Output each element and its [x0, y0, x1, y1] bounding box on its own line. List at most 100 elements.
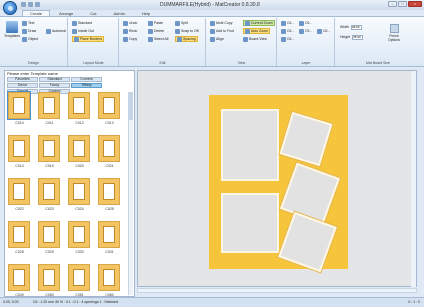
align-button[interactable]: Align	[210, 36, 224, 42]
template-thumbnail	[38, 135, 60, 162]
window-controls: – □ ×	[388, 1, 422, 7]
layer-6[interactable]: C6 -	[317, 28, 330, 34]
copy-button[interactable]: Copy	[123, 36, 137, 42]
canvas-horizontal-scrollbar[interactable]	[137, 288, 417, 293]
redo-button[interactable]: Redo	[123, 28, 137, 34]
spacing-icon	[177, 36, 182, 42]
draw-button[interactable]: Draw	[22, 28, 36, 34]
template-item[interactable]: C011	[38, 92, 61, 125]
autoheal-button[interactable]: Autoheal	[46, 28, 66, 34]
template-item[interactable]: C012	[68, 92, 91, 125]
category-tiffany[interactable]: Tiffany	[71, 83, 102, 88]
template-item[interactable]: C020	[68, 135, 91, 168]
autoheal-icon	[46, 28, 51, 34]
layer-4[interactable]: C6 -	[299, 20, 312, 26]
mat-opening[interactable]	[278, 211, 337, 273]
select-all-button[interactable]: Select All	[148, 36, 168, 42]
template-item[interactable]: C021	[98, 135, 121, 168]
template-item[interactable]: C019	[38, 135, 61, 168]
multi-copy-icon	[210, 20, 215, 26]
title-bar: DUMMARFILE(Hybrid) - MatCreator 0.8.30.8…	[0, 0, 424, 10]
template-item[interactable]: C028	[8, 221, 31, 254]
template-item[interactable]: C022	[8, 178, 31, 211]
inside-out-button[interactable]: Inside Out	[72, 28, 94, 34]
status-bar: 0.00, 0.00 C6 : 1.20 mm 30 % : 0.1 : 0.1…	[0, 297, 424, 307]
canvas-vertical-scrollbar[interactable]	[411, 71, 416, 287]
object-button[interactable]: Object	[22, 36, 38, 42]
auto-zoom-button[interactable]: Auto Zoom	[243, 28, 271, 34]
snap-button[interactable]: Snap to Off	[175, 28, 199, 34]
template-thumbnail	[8, 221, 30, 248]
template-item[interactable]: C049	[8, 264, 31, 297]
add-to-pool-button[interactable]: Add to Pool	[210, 28, 234, 34]
group-label-layout: Layout Mode	[83, 61, 104, 65]
layer-icon	[299, 20, 304, 26]
delete-button[interactable]: Delete	[148, 28, 164, 34]
undo-button[interactable]: Undo	[123, 20, 137, 26]
template-item[interactable]: C031	[98, 221, 121, 254]
layer-icon	[281, 36, 286, 42]
close-button[interactable]: ×	[408, 1, 422, 7]
board-view-icon	[243, 36, 248, 42]
template-item[interactable]: C025	[98, 178, 121, 211]
multi-copy-button[interactable]: Multi Copy	[210, 20, 233, 26]
category-corners[interactable]: Corners	[71, 77, 102, 82]
application-menu-button[interactable]	[3, 1, 17, 15]
template-item[interactable]: C050	[38, 264, 61, 297]
mat-opening[interactable]	[280, 162, 340, 225]
undo-icon[interactable]	[28, 2, 33, 7]
split-button[interactable]: Split	[175, 20, 188, 26]
paste-button[interactable]: Paste	[148, 20, 163, 26]
place-borders-button[interactable]: Place Borders	[72, 36, 104, 42]
design-canvas[interactable]	[137, 70, 417, 287]
standard-mode-button[interactable]: Standard	[72, 20, 92, 26]
ribbon: Templates Text Draw Autoheal Object Desi…	[0, 16, 424, 67]
layer-1[interactable]: C6 -	[281, 20, 294, 26]
align-icon	[210, 36, 215, 42]
board-view-button[interactable]: Board View	[243, 36, 267, 42]
category-decor[interactable]: Decor	[7, 83, 38, 88]
save-icon[interactable]	[21, 2, 26, 7]
redo-icon[interactable]	[35, 2, 40, 7]
templates-button[interactable]: Templates	[4, 21, 20, 45]
template-item[interactable]: C029	[38, 221, 61, 254]
group-layout-mode: Standard Inside Out Place Borders Layout…	[69, 18, 119, 66]
layer-3[interactable]: C6 -	[281, 36, 294, 42]
mat-opening[interactable]	[221, 109, 279, 181]
layer-5[interactable]: C5 -	[299, 28, 312, 34]
text-button[interactable]: Text	[22, 20, 34, 26]
category-standard[interactable]: Standard	[39, 77, 70, 82]
current-zoom-button[interactable]: Current Zoom	[243, 20, 275, 26]
select-all-icon	[148, 36, 153, 42]
template-thumbnail	[38, 264, 60, 291]
template-thumbnail	[68, 135, 90, 162]
mat-board[interactable]	[209, 95, 348, 273]
delete-icon	[148, 28, 153, 34]
finish-options-button[interactable]: Finish Options	[386, 24, 402, 42]
template-item[interactable]: C013	[98, 92, 121, 125]
template-scrollbar[interactable]	[128, 92, 133, 295]
template-item[interactable]: C010	[7, 91, 31, 125]
mat-opening[interactable]	[221, 193, 279, 253]
draw-icon	[22, 28, 27, 34]
scrollbar-thumb[interactable]	[129, 92, 133, 120]
template-item[interactable]: C014	[8, 135, 31, 168]
group-design: Templates Text Draw Autoheal Object Desi…	[0, 18, 68, 66]
minimize-button[interactable]: –	[388, 1, 397, 7]
template-item[interactable]: C023	[38, 178, 61, 211]
layer-2[interactable]: C6 -	[281, 28, 294, 34]
width-input[interactable]	[350, 24, 362, 30]
mat-opening[interactable]	[279, 111, 333, 167]
template-item[interactable]: C030	[68, 221, 91, 254]
height-input[interactable]	[352, 34, 364, 40]
text-icon	[22, 20, 27, 26]
template-item[interactable]: C024	[68, 178, 91, 211]
category-fancy[interactable]: Fancy	[39, 83, 70, 88]
template-item[interactable]: C051	[68, 264, 91, 297]
template-item[interactable]: C060	[98, 264, 121, 297]
add-to-pool-icon	[210, 28, 215, 34]
snap-icon	[175, 28, 180, 34]
maximize-button[interactable]: □	[398, 1, 407, 7]
spacing-button[interactable]: Spacing	[175, 36, 198, 42]
category-favorites[interactable]: Favorites	[7, 77, 38, 82]
